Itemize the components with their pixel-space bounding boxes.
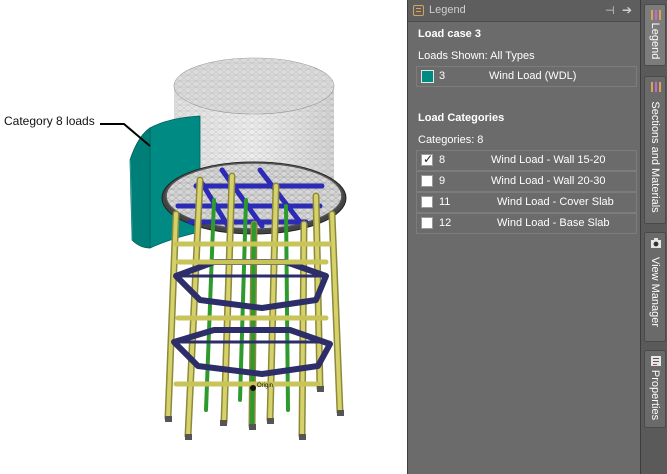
legend-title: Legend bbox=[429, 4, 466, 16]
category-number: 11 bbox=[439, 196, 451, 208]
category-checkbox[interactable] bbox=[421, 152, 433, 166]
load-case-name: Wind Load (WDL) bbox=[489, 70, 577, 82]
load-case-number: 3 bbox=[439, 70, 446, 82]
category-number: 9 bbox=[439, 175, 446, 187]
tab-sections-label: Sections and Materials bbox=[649, 101, 661, 213]
legend-icon bbox=[413, 5, 424, 16]
tab-view-manager[interactable]: View Manager bbox=[644, 232, 666, 342]
tab-legend-label: Legend bbox=[649, 22, 661, 60]
legend-icon bbox=[651, 10, 661, 20]
tab-sections-and-materials[interactable]: Sections and Materials bbox=[644, 76, 666, 224]
category-name: Wind Load - Wall 20-30 bbox=[491, 175, 606, 187]
wind-load-swatch bbox=[421, 70, 434, 83]
app-root: Origin Category 8 loads Legend ⊣ ➔ Load … bbox=[0, 0, 667, 474]
tower-model: Origin bbox=[100, 57, 347, 440]
category-checkbox[interactable] bbox=[421, 175, 433, 187]
category-number: 8 bbox=[439, 154, 446, 166]
legend-titlebar: Legend ⊣ ➔ bbox=[408, 0, 640, 22]
properties-icon bbox=[651, 356, 661, 366]
category-checkbox[interactable] bbox=[421, 196, 433, 208]
callout-label: Category 8 loads bbox=[4, 114, 95, 128]
model-viewport[interactable]: Origin Category 8 loads bbox=[0, 0, 407, 474]
tab-view-manager-label: View Manager bbox=[649, 257, 661, 328]
category-checkbox[interactable] bbox=[421, 217, 433, 229]
category-row[interactable]: 12 Wind Load - Base Slab bbox=[416, 213, 637, 234]
categories-title: Load Categories bbox=[418, 112, 505, 124]
load-case-title: Load case 3 bbox=[418, 28, 481, 40]
category-row[interactable]: 8 Wind Load - Wall 15-20 bbox=[416, 150, 637, 171]
arrow-right-icon[interactable]: ➔ bbox=[622, 3, 632, 17]
tab-properties-label: Properties bbox=[649, 370, 661, 421]
category-name: Wind Load - Wall 15-20 bbox=[491, 154, 606, 166]
side-tab-strip: Legend Sections and Materials View Manag… bbox=[640, 0, 667, 474]
camera-icon bbox=[651, 238, 661, 248]
loads-shown-text: Loads Shown: All Types bbox=[418, 50, 535, 62]
tab-properties[interactable]: Properties bbox=[644, 350, 666, 428]
legend-panel: Legend ⊣ ➔ Load case 3 Loads Shown: All … bbox=[407, 0, 640, 474]
pin-icon[interactable]: ⊣ bbox=[605, 4, 615, 17]
sections-icon bbox=[651, 82, 661, 92]
category-row[interactable]: 9 Wind Load - Wall 20-30 bbox=[416, 171, 637, 192]
origin-label: Origin bbox=[257, 383, 273, 389]
category-number: 12 bbox=[439, 217, 452, 229]
tab-legend[interactable]: Legend bbox=[644, 4, 666, 66]
load-case-row[interactable]: 3 Wind Load (WDL) bbox=[416, 66, 637, 87]
category-row[interactable]: 11 Wind Load - Cover Slab bbox=[416, 192, 637, 213]
category-name: Wind Load - Cover Slab bbox=[497, 196, 614, 208]
category-name: Wind Load - Base Slab bbox=[497, 217, 610, 229]
categories-count: Categories: 8 bbox=[418, 134, 484, 146]
